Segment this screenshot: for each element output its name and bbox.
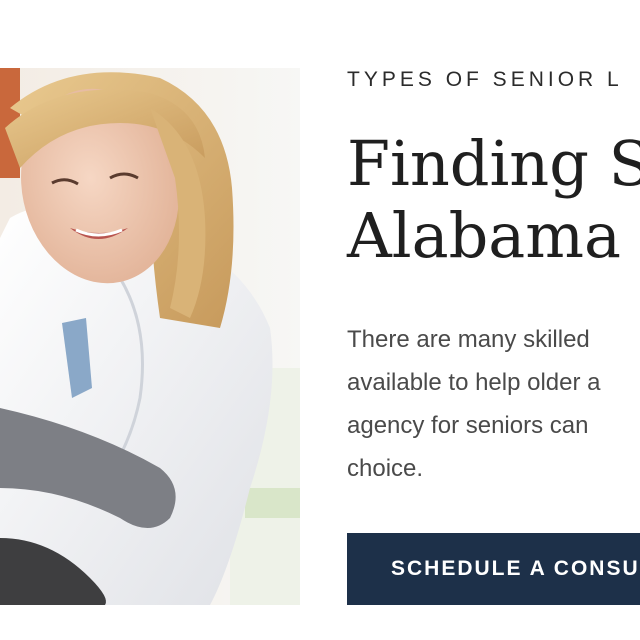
- body-line-1: There are many skilled: [347, 326, 590, 353]
- page: TYPES OF SENIOR L Finding S Alabama Ther…: [0, 0, 640, 640]
- schedule-consultation-button[interactable]: SCHEDULE A CONSU: [347, 533, 640, 605]
- section-heading: Finding S Alabama: [347, 128, 640, 272]
- heading-line-1: Finding S: [347, 127, 640, 200]
- section-body: There are many skilled available to help…: [347, 318, 601, 490]
- section-eyebrow: TYPES OF SENIOR L: [347, 68, 623, 91]
- body-line-3: agency for seniors can: [347, 412, 589, 439]
- caregiver-photo: [0, 68, 300, 605]
- content-column: TYPES OF SENIOR L Finding S Alabama Ther…: [347, 0, 640, 640]
- body-line-2: available to help older a: [347, 369, 601, 396]
- body-line-4: choice.: [347, 455, 424, 482]
- heading-line-2: Alabama: [347, 199, 621, 272]
